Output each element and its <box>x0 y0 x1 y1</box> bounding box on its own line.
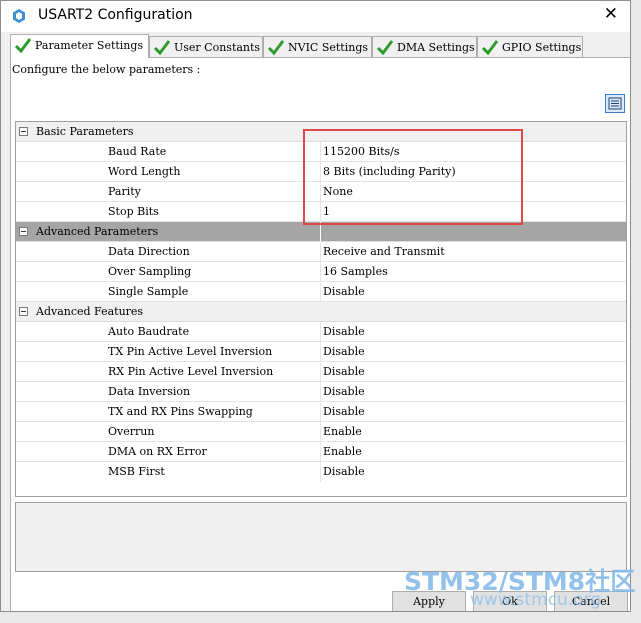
highlight-annotation-box <box>303 129 523 225</box>
param-row-single-sample[interactable]: Single Sample Disable <box>16 282 626 302</box>
param-row-tx-pin-inversion[interactable]: TX Pin Active Level Inversion Disable <box>16 342 626 362</box>
param-name: TX Pin Active Level Inversion <box>108 345 273 358</box>
param-value[interactable]: 16 Samples <box>323 265 388 278</box>
param-value[interactable]: Enable <box>323 445 362 458</box>
param-row-auto-baudrate[interactable]: Auto Baudrate Disable <box>16 322 626 342</box>
tab-user-constants[interactable]: User Constants <box>149 36 263 57</box>
group-label: Advanced Parameters <box>36 225 159 238</box>
tab-bar: Parameter Settings User Constants NVIC S… <box>10 34 630 58</box>
tab-label: GPIO Settings <box>502 41 582 54</box>
title-bar: USART2 Configuration ✕ <box>1 1 630 32</box>
param-value[interactable]: Enable <box>323 425 362 438</box>
param-name: Over Sampling <box>108 265 192 278</box>
param-value[interactable]: Disable <box>323 285 365 298</box>
param-value[interactable]: Disable <box>323 385 365 398</box>
param-name: Word Length <box>108 165 181 178</box>
param-name: Auto Baudrate <box>108 325 190 338</box>
group-advanced-features[interactable]: Advanced Features <box>16 302 626 322</box>
param-name: MSB First <box>108 465 165 478</box>
group-label: Basic Parameters <box>36 125 134 138</box>
param-value[interactable]: Disable <box>323 325 365 338</box>
param-name: Baud Rate <box>108 145 167 158</box>
param-name: DMA on RX Error <box>108 445 207 458</box>
param-name: Data Direction <box>108 245 190 258</box>
collapse-icon[interactable] <box>19 307 28 316</box>
group-advanced-parameters[interactable]: Advanced Parameters <box>16 222 626 242</box>
param-value[interactable]: Receive and Transmit <box>323 245 445 258</box>
tab-parameter-settings[interactable]: Parameter Settings <box>10 34 149 58</box>
panel-description: Configure the below parameters : <box>12 63 201 76</box>
param-row-rx-pin-inversion[interactable]: RX Pin Active Level Inversion Disable <box>16 362 626 382</box>
tab-label: User Constants <box>174 41 261 54</box>
param-value[interactable]: Disable <box>323 465 365 478</box>
group-label: Advanced Features <box>36 305 144 318</box>
parameter-settings-panel: Configure the below parameters : Basic P… <box>10 57 630 611</box>
collapse-icon[interactable] <box>19 227 28 236</box>
param-row-dma-rx-error[interactable]: DMA on RX Error Enable <box>16 442 626 462</box>
tab-nvic-settings[interactable]: NVIC Settings <box>263 36 372 57</box>
param-name: RX Pin Active Level Inversion <box>108 365 274 378</box>
close-icon[interactable]: ✕ <box>604 4 618 24</box>
param-name: Overrun <box>108 425 155 438</box>
tab-label: DMA Settings <box>397 41 475 54</box>
param-row-over-sampling[interactable]: Over Sampling 16 Samples <box>16 262 626 282</box>
param-row-msb-first[interactable]: MSB First Disable <box>16 462 626 482</box>
param-row-data-direction[interactable]: Data Direction Receive and Transmit <box>16 242 626 262</box>
param-name: Single Sample <box>108 285 189 298</box>
window-title: USART2 Configuration <box>38 7 193 23</box>
param-name: Stop Bits <box>108 205 159 218</box>
check-icon <box>267 40 285 56</box>
tab-label: Parameter Settings <box>35 39 144 52</box>
tab-dma-settings[interactable]: DMA Settings <box>372 36 477 57</box>
tab-label: NVIC Settings <box>288 41 369 54</box>
param-name: TX and RX Pins Swapping <box>108 405 253 418</box>
param-value[interactable]: Disable <box>323 365 365 378</box>
param-row-overrun[interactable]: Overrun Enable <box>16 422 626 442</box>
list-icon <box>608 97 622 110</box>
watermark-url: www.stmcu.org <box>470 590 602 610</box>
param-value[interactable]: Disable <box>323 405 365 418</box>
table-view-button[interactable] <box>605 94 625 113</box>
param-row-pin-swapping[interactable]: TX and RX Pins Swapping Disable <box>16 402 626 422</box>
check-icon <box>153 40 171 56</box>
param-name: Parity <box>108 185 141 198</box>
check-icon <box>376 40 394 56</box>
param-name: Data Inversion <box>108 385 191 398</box>
tab-gpio-settings[interactable]: GPIO Settings <box>477 36 583 57</box>
param-value[interactable]: Disable <box>323 345 365 358</box>
collapse-icon[interactable] <box>19 127 28 136</box>
check-icon <box>14 38 32 54</box>
check-icon <box>481 40 499 56</box>
param-row-data-inversion[interactable]: Data Inversion Disable <box>16 382 626 402</box>
dialog-window: USART2 Configuration ✕ Parameter Setting… <box>0 0 631 612</box>
app-icon <box>13 9 25 23</box>
